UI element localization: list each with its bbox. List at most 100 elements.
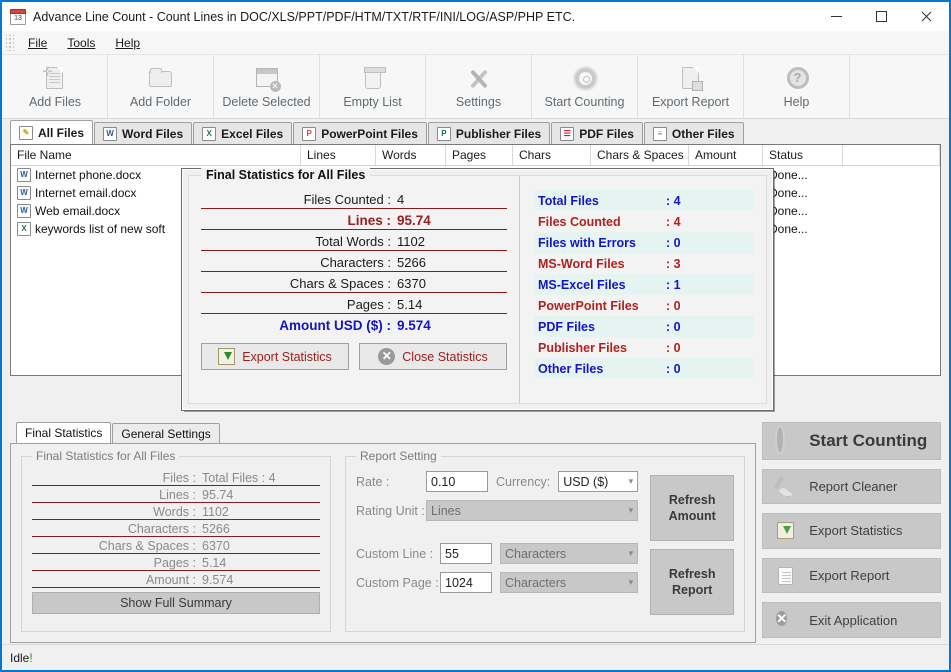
toolbar-empty-list[interactable]: Empty List: [320, 55, 426, 118]
column-header-words[interactable]: Words: [376, 145, 446, 165]
fs-lines-label: Lines :: [159, 488, 196, 502]
file-name: Internet email.docx: [35, 186, 137, 200]
currency-label: Currency:: [496, 474, 551, 489]
bottom-left-panel: Final Statistics General Settings Final …: [2, 414, 762, 644]
start-counting-button[interactable]: Start Counting: [762, 422, 941, 460]
custom-line-unit-select[interactable]: Characters ▾: [500, 543, 639, 564]
toolbar-export-report-label: Export Report: [651, 94, 730, 109]
menu-item-help[interactable]: Help: [105, 33, 150, 53]
toolbar-delete-selected[interactable]: ✕ Delete Selected: [214, 55, 320, 118]
file-name: Web email.docx: [35, 204, 121, 218]
fs-files-label: Files :: [162, 471, 196, 485]
tab-publisher-files-label: Publisher Files: [455, 126, 542, 141]
tab-publisher-files[interactable]: P Publisher Files: [427, 122, 551, 144]
column-header-amount[interactable]: Amount: [689, 145, 763, 165]
tab-general-settings[interactable]: General Settings: [112, 423, 220, 443]
chevron-down-icon: ▾: [628, 577, 634, 587]
stat-characters: Characters : 5266: [201, 255, 507, 272]
tab-other-files[interactable]: ≡ Other Files: [643, 122, 744, 144]
help-icon: ?: [782, 65, 812, 93]
toolbar-settings[interactable]: Settings: [426, 55, 532, 118]
close-statistics-button[interactable]: ✕ Close Statistics: [359, 343, 507, 370]
minimize-button[interactable]: [814, 2, 859, 31]
close-button[interactable]: [904, 2, 949, 31]
toolbar-help[interactable]: ? Help: [744, 55, 850, 118]
rate-input[interactable]: 0.10: [426, 471, 488, 492]
custom-page-input[interactable]: 1024: [440, 572, 492, 593]
export-statistics-button-label: Export Statistics: [242, 349, 332, 364]
custom-page-row: Custom Page : 1024 Characters ▾: [356, 572, 639, 593]
final-statistics-dialog[interactable]: Final Statistics for All Files Files Cou…: [181, 168, 774, 411]
exit-application-button[interactable]: ✕ Exit Application: [762, 602, 941, 639]
column-header-lines[interactable]: Lines: [301, 145, 376, 165]
custom-page-unit-select[interactable]: Characters ▾: [500, 572, 639, 593]
stat-amount-value: 9.574: [397, 318, 431, 333]
column-header-pages[interactable]: Pages: [446, 145, 513, 165]
fs-words: Words : 1102: [32, 505, 320, 520]
stat-lines: Lines : 95.74: [201, 213, 507, 230]
summary-other-files-label: Other Files: [538, 361, 604, 376]
currency-select[interactable]: USD ($) ▾: [558, 471, 639, 492]
final-statistics-group-legend: Final Statistics for All Files: [32, 449, 180, 463]
toolbar-start-counting[interactable]: Start Counting: [532, 55, 638, 118]
tab-excel-files[interactable]: X Excel Files: [193, 122, 293, 144]
tab-all-files-label: All Files: [38, 125, 85, 140]
tab-all-files[interactable]: ✎ All Files: [10, 120, 94, 144]
toolbar-delete-selected-label: Delete Selected: [222, 94, 311, 109]
summary-total-files: Total Files : 4: [534, 190, 754, 211]
custom-line-input[interactable]: 55: [440, 543, 492, 564]
menu-item-file[interactable]: File: [18, 33, 57, 53]
menu-item-tools[interactable]: Tools: [57, 33, 105, 53]
summary-ms-excel-files-label: MS-Excel Files: [538, 277, 626, 292]
tab-final-statistics[interactable]: Final Statistics: [16, 422, 112, 443]
refresh-amount-line1: Refresh: [668, 493, 716, 507]
tab-pdf-files[interactable]: ☰ PDF Files: [551, 122, 643, 144]
stat-pages-value: 5.14: [397, 297, 423, 312]
tab-pdf-files-label: PDF Files: [579, 126, 634, 141]
toolbar-add-files[interactable]: ✛ Add Files: [2, 55, 108, 118]
tab-general-settings-label: General Settings: [121, 427, 211, 441]
export-report-action-button[interactable]: Export Report: [762, 557, 941, 594]
column-header-status[interactable]: Status: [763, 145, 843, 165]
export-statistics-button[interactable]: Export Statistics: [201, 343, 349, 370]
tab-other-files-label: Other Files: [671, 126, 735, 141]
show-full-summary-button[interactable]: Show Full Summary: [32, 592, 320, 614]
summary-publisher-files-label: Publisher Files: [538, 340, 627, 355]
final-statistics-group: Final Statistics for All Files Files : T…: [21, 449, 331, 632]
publisher-icon: P: [436, 126, 451, 141]
rating-unit-select[interactable]: Lines ▾: [426, 500, 639, 521]
word-icon: W: [103, 126, 118, 141]
toolbar-add-folder[interactable]: Add Folder: [108, 55, 214, 118]
file-name: keywords list of new soft: [35, 222, 166, 236]
stat-pages: Pages : 5.14: [201, 297, 507, 314]
fs-files: Files : Total Files : 4: [32, 471, 320, 486]
toolbar: ✛ Add Files Add Folder ✕ Delete Selected…: [2, 55, 949, 119]
report-cleaner-button[interactable]: Report Cleaner: [762, 468, 941, 505]
tab-excel-files-label: Excel Files: [221, 126, 284, 141]
export-report-action-label: Export Report: [809, 568, 890, 584]
toolbar-export-report[interactable]: Export Report: [638, 55, 744, 118]
stat-amount-label: Amount USD ($) :: [279, 318, 391, 333]
export-report-icon: [676, 65, 706, 93]
refresh-amount-button[interactable]: Refresh Amount: [650, 475, 735, 541]
summary-files-counted-label: Files Counted: [538, 214, 621, 229]
stat-chars-spaces: Chars & Spaces : 6370: [201, 276, 507, 293]
tab-word-files[interactable]: W Word Files: [94, 122, 193, 144]
fs-chars-spaces-label: Chars & Spaces :: [98, 539, 196, 553]
export-statistics-action-button[interactable]: Export Statistics: [762, 513, 941, 549]
summary-powerpoint-files: PowerPoint Files : 0: [534, 295, 754, 316]
summary-ms-excel-files-value: : 1: [666, 277, 681, 292]
tab-powerpoint-files[interactable]: P PowerPoint Files: [293, 122, 427, 144]
file-type-tabs: ✎ All Files W Word Files X Excel Files P…: [2, 119, 949, 144]
word-file-icon: W: [17, 168, 31, 182]
maximize-button[interactable]: [859, 2, 904, 31]
column-header-chars[interactable]: Chars: [513, 145, 591, 165]
summary-files-with-errors: Files with Errors : 0: [534, 232, 754, 253]
dialog-summary-list: Total Files : 4 Files Counted : 4 Files …: [519, 176, 766, 403]
rate-label: Rate :: [356, 474, 390, 489]
refresh-report-button[interactable]: Refresh Report: [650, 549, 735, 615]
fs-characters: Characters : 5266: [32, 522, 320, 537]
column-header-spacer: [843, 145, 940, 165]
column-header-chars-spaces[interactable]: Chars & Spaces: [591, 145, 689, 165]
column-header-file-name[interactable]: File Name: [11, 145, 301, 165]
